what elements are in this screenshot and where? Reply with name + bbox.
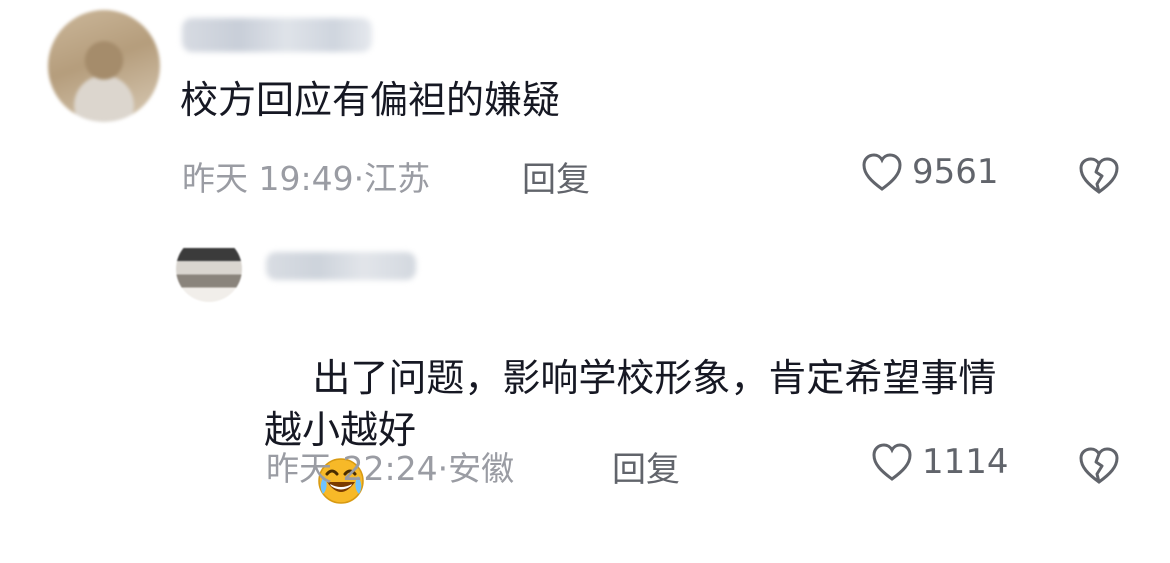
like-count: 1114 [922,442,1009,482]
comment-meta: 昨天 22:24·安徽 [266,449,515,488]
reply-comment-item: 出了问题，影响学校形象，肯定希望事情 越小越好 昨天 22:24·安徽 回复 1… [0,230,1170,504]
heart-icon [862,153,902,191]
comment-item: 校方回应有偏袒的嫌疑 昨天 19:49·江苏 回复 9561 [0,0,1170,230]
like-button[interactable]: 1114 [870,442,1009,482]
like-button[interactable]: 9561 [860,152,999,192]
avatar[interactable] [48,10,160,122]
comment-meta: 昨天 19:49·江苏 [182,159,431,198]
reply-button[interactable]: 回复 [522,152,590,201]
comment-text: 校方回应有偏袒的嫌疑 [180,78,561,122]
username-blurred[interactable] [266,252,416,280]
comment-text-content: 出了问题，影响学校形象，肯定希望事情 越小越好 [264,356,997,452]
reply-button[interactable]: 回复 [612,442,680,491]
comment-text: 出了问题，影响学校形象，肯定希望事情 越小越好 [264,300,1104,563]
username-blurred[interactable] [182,18,372,52]
broken-heart-icon[interactable] [1078,446,1120,486]
like-count: 9561 [912,152,999,192]
heart-icon [872,443,912,481]
avatar[interactable] [176,236,242,302]
broken-heart-icon[interactable] [1078,156,1120,196]
